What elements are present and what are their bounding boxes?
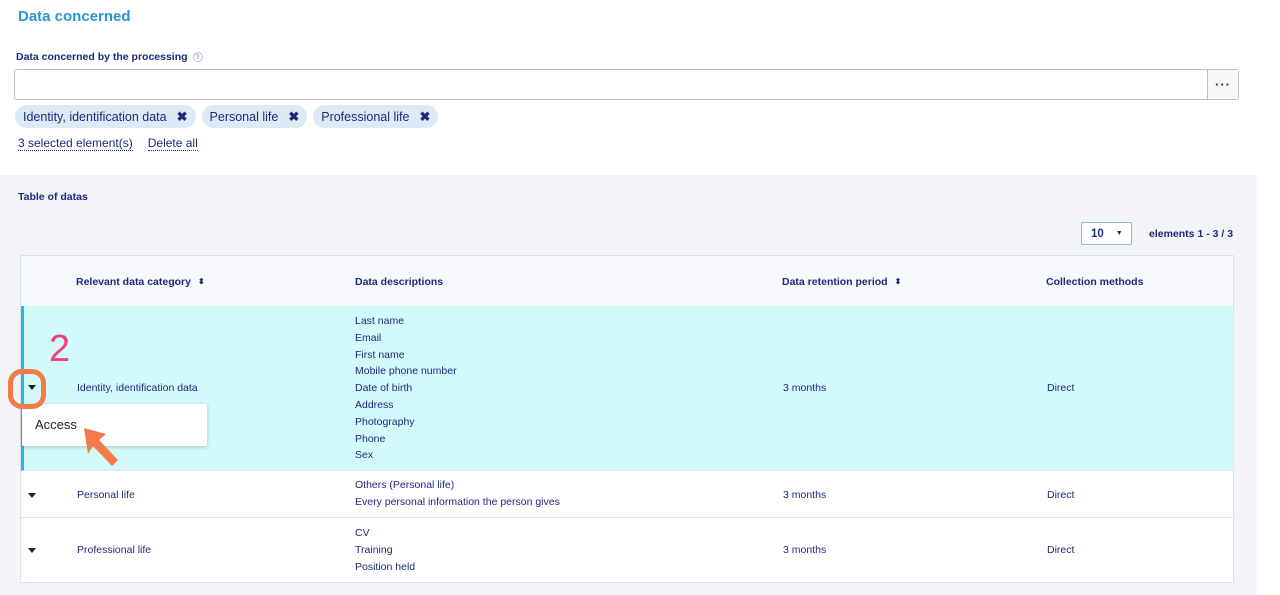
description-item: Others (Personal life) [355, 479, 455, 491]
more-options-button[interactable]: ··· [1207, 70, 1238, 99]
remove-chip-icon[interactable]: ✖ [288, 109, 299, 125]
row-retention: 3 months [783, 544, 827, 556]
row-method: Direct [1047, 489, 1075, 501]
table-header: Relevant data category ⬍ Data descriptio… [21, 256, 1233, 307]
row-category: Identity, identification data [77, 382, 198, 394]
header-methods: Collection methods [1046, 276, 1143, 288]
sort-icon[interactable]: ⬍ [895, 278, 902, 286]
chip-personal-life: Personal life ✖ [201, 105, 308, 128]
header-category[interactable]: Relevant data category ⬍ [76, 276, 205, 288]
description-item: Email [355, 331, 382, 344]
description-item: Position held [355, 560, 416, 573]
chip-label: Professional life [321, 109, 410, 124]
row-retention: 3 months [783, 489, 827, 501]
annotation-step-number: 2 [49, 328, 71, 370]
selected-count-link[interactable]: 3 selected element(s) [18, 136, 133, 151]
field-label: Data concerned by the processing ? [16, 51, 203, 63]
header-label: Data retention period [782, 276, 888, 288]
remove-chip-icon[interactable]: ✖ [177, 109, 188, 125]
description-item: CV [355, 527, 370, 539]
sort-icon[interactable]: ⬍ [198, 278, 205, 286]
header-descriptions: Data descriptions [355, 276, 443, 288]
description-item: Sex [355, 449, 374, 462]
header-label: Collection methods [1046, 276, 1144, 288]
elements-range: elements 1 - 3 / 3 [1149, 228, 1234, 240]
chevron-down-icon: ▼ [1115, 230, 1123, 237]
data-search-input[interactable] [15, 70, 1208, 99]
selection-links: 3 selected element(s) Delete all [18, 136, 198, 151]
row-descriptions: CV Training Position held [355, 525, 415, 575]
row-category: Personal life [77, 489, 135, 501]
delete-all-link[interactable]: Delete all [147, 136, 198, 151]
selected-chips: Identity, identification data ✖ Personal… [15, 105, 439, 128]
row-category: Professional life [77, 544, 152, 556]
description-item: Date of birth [355, 382, 413, 395]
access-menu-item[interactable]: Access [35, 417, 77, 432]
row-method: Direct [1047, 382, 1075, 394]
question-icon[interactable]: ? [192, 52, 203, 62]
remove-chip-icon[interactable]: ✖ [419, 109, 430, 125]
expand-caret-icon[interactable] [28, 548, 36, 553]
description-item: First name [355, 348, 405, 361]
chip-identity: Identity, identification data ✖ [15, 105, 196, 128]
row-method: Direct [1047, 544, 1075, 556]
per-page-value: 10 [1091, 227, 1104, 240]
description-item: Last name [355, 315, 405, 327]
field-label-text: Data concerned by the processing [16, 51, 188, 63]
description-item: Training [355, 543, 393, 556]
chip-label: Identity, identification data [23, 109, 167, 124]
description-item: Mobile phone number [355, 365, 457, 378]
header-label: Data descriptions [355, 276, 444, 288]
chip-professional-life: Professional life ✖ [313, 105, 439, 128]
section-title: Data concerned [18, 8, 131, 25]
table-row[interactable]: Personal life Others (Personal life) Eve… [21, 471, 1233, 518]
annotation-highlight-ring [8, 369, 46, 409]
chip-label: Personal life [209, 109, 279, 124]
description-item: Photography [355, 415, 415, 428]
table-row[interactable]: Professional life CV Training Position h… [21, 518, 1233, 583]
row-retention: 3 months [783, 382, 827, 394]
header-retention[interactable]: Data retention period ⬍ [782, 276, 901, 288]
table-section-title: Table of datas [18, 191, 88, 203]
description-item: Phone [355, 432, 386, 445]
header-label: Relevant data category [76, 276, 191, 288]
per-page-select[interactable]: 10 ▼ [1081, 222, 1132, 245]
annotation-arrow-icon [84, 428, 118, 466]
row-descriptions: Others (Personal life) Every personal in… [355, 477, 560, 511]
data-combobox: ··· [14, 69, 1239, 100]
table-row[interactable]: Identity, identification data Last name … [21, 306, 1233, 471]
row-descriptions: Last name Email First name Mobile phone … [355, 313, 457, 464]
description-item: Every personal information the person gi… [355, 495, 560, 508]
expand-caret-icon[interactable] [28, 493, 36, 498]
description-item: Address [355, 398, 394, 411]
